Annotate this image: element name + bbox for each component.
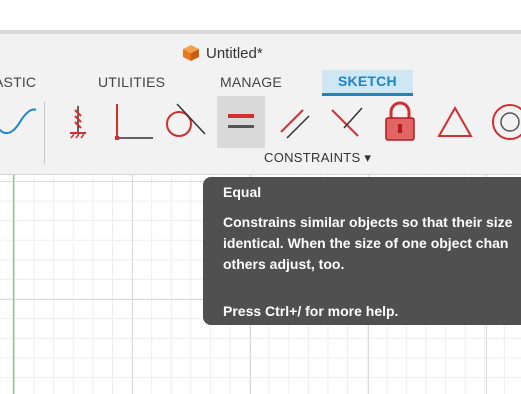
concentric-tool-button[interactable]: [486, 96, 521, 148]
equal-icon: [228, 114, 254, 128]
tab-utilities[interactable]: UTILITIES: [98, 74, 165, 90]
tooltip-description: Constrains similar objects so that their…: [223, 214, 513, 272]
lock-tool-button[interactable]: [376, 96, 424, 148]
tooltip-title: Equal: [223, 184, 262, 200]
y-axis-line: [13, 175, 14, 394]
document-title: Untitled*: [182, 42, 263, 64]
constraints-group-dropdown[interactable]: CONSTRAINTS ▾: [264, 150, 371, 166]
tab-manage[interactable]: MANAGE: [220, 74, 282, 90]
fix-icon: [70, 106, 86, 139]
equal-tool-button[interactable]: [217, 96, 265, 148]
tangent-icon: [166, 103, 206, 137]
tab-sketch[interactable]: SKETCH: [322, 70, 413, 96]
equal-tooltip: Equal Constrains similar objects so that…: [203, 177, 521, 325]
tangent-tool-button[interactable]: [160, 96, 208, 148]
document-title-text: Untitled*: [206, 44, 263, 62]
spline-icon: [0, 108, 37, 135]
perpendicular-lines-tool-button[interactable]: [322, 96, 370, 148]
fix-tool-button[interactable]: [54, 96, 102, 148]
parallel-icon: [280, 109, 310, 139]
triangle-icon: [437, 105, 473, 137]
parallel-tool-button[interactable]: [269, 96, 317, 148]
concentric-icon: [492, 104, 521, 140]
toolbar-separator: [44, 102, 45, 164]
tooltip-help: Press Ctrl+/ for more help.: [223, 303, 399, 319]
spline-tool-button[interactable]: [0, 96, 42, 148]
perpendicular-lines-icon: [331, 107, 363, 137]
lock-icon: [385, 101, 415, 141]
perpendicular-tool-button[interactable]: [108, 96, 156, 148]
title-bar: [0, 0, 521, 30]
cube-icon: [183, 45, 199, 61]
tab-plastic[interactable]: ASTIC: [0, 74, 36, 90]
triangle-tool-button[interactable]: [431, 96, 479, 148]
perpendicular-icon: [115, 104, 153, 140]
